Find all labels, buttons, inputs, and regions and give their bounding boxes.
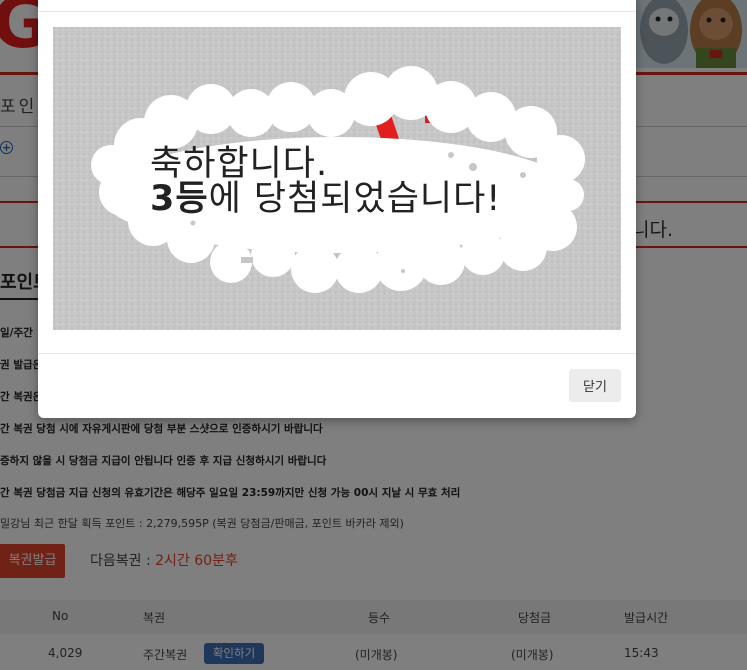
lottery-result-modal: 축하합니다. 3등에 당첨되었습니다! 닫기 xyxy=(38,0,636,418)
scratch-card[interactable]: 축하합니다. 3등에 당첨되었습니다! xyxy=(53,27,621,330)
result-message: 에 당첨되었습니다! xyxy=(208,179,502,219)
result-text: 3등에 당첨되었습니다! xyxy=(150,170,501,221)
modal-header-divider xyxy=(38,11,636,12)
modal-footer-divider xyxy=(38,353,636,354)
close-button[interactable]: 닫기 xyxy=(569,369,621,402)
result-rank: 3등 xyxy=(150,179,209,219)
